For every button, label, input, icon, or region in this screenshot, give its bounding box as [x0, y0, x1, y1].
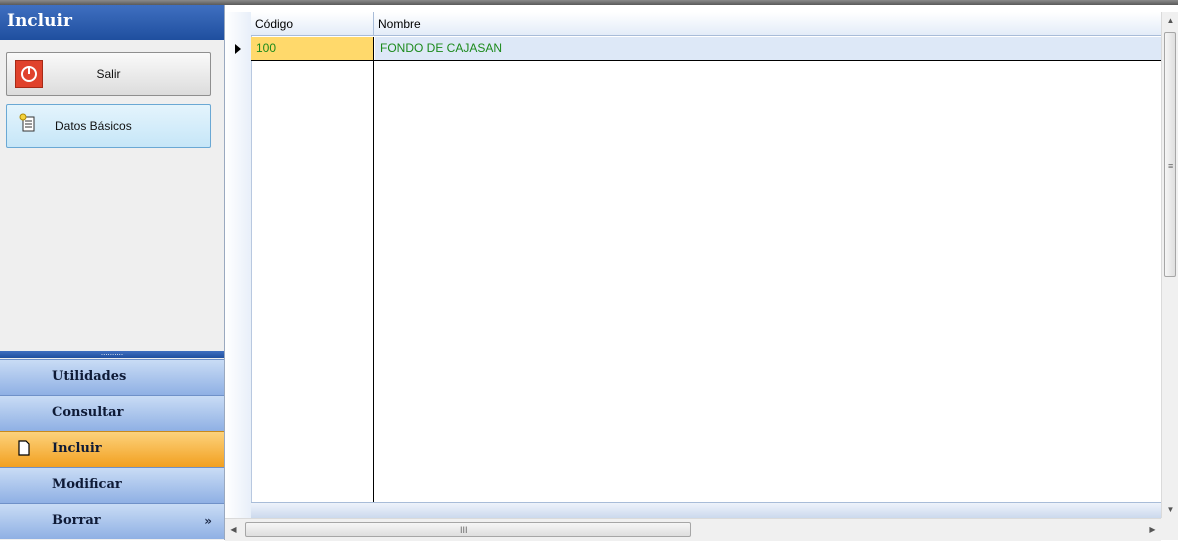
- new-document-icon: [19, 113, 35, 132]
- nav-section-consultar[interactable]: Consultar: [0, 395, 224, 431]
- data-grid: Código Nombre 100 FONDO DE CAJASAN: [225, 12, 1161, 518]
- grid-footer-row: [251, 502, 1161, 518]
- nav-section-modificar[interactable]: Modificar: [0, 467, 224, 503]
- scroll-right-arrow-icon[interactable]: ▶: [1144, 519, 1161, 541]
- navigation-pane: Incluir Salir Datos Básicos .......... U…: [0, 5, 225, 540]
- datos-basicos-button[interactable]: Datos Básicos: [6, 104, 211, 148]
- horizontal-scroll-thumb[interactable]: III: [245, 522, 691, 537]
- horizontal-scrollbar[interactable]: ◀ III ▶: [225, 518, 1161, 541]
- scroll-down-arrow-icon[interactable]: ▼: [1162, 501, 1178, 518]
- current-row-arrow-icon: [235, 44, 241, 54]
- nav-header-title: Incluir: [0, 5, 224, 40]
- datos-basicos-label: Datos Básicos: [55, 119, 132, 133]
- table-row[interactable]: 100 FONDO DE CAJASAN: [251, 37, 1161, 61]
- scroll-left-arrow-icon[interactable]: ◀: [225, 519, 242, 541]
- nav-section-label: Utilidades: [52, 369, 127, 384]
- row-header-gutter: [225, 12, 252, 518]
- chevron-double-down-icon[interactable]: »: [204, 504, 212, 538]
- nav-section-utilidades[interactable]: Utilidades: [0, 359, 224, 395]
- nav-section-label: Incluir: [52, 441, 102, 456]
- column-header-codigo[interactable]: Código: [251, 12, 374, 36]
- salir-button-label: Salir: [96, 67, 121, 81]
- nav-section-label: Borrar: [52, 513, 101, 528]
- nav-section-label: Modificar: [52, 477, 122, 492]
- column-header-nombre[interactable]: Nombre: [374, 12, 1161, 36]
- scroll-grip-icon: III: [460, 525, 468, 535]
- nav-section-incluir[interactable]: Incluir: [0, 431, 224, 467]
- cell-nombre[interactable]: FONDO DE CAJASAN: [375, 37, 1161, 60]
- cell-codigo[interactable]: 100: [251, 37, 374, 60]
- vertical-scroll-thumb[interactable]: ≡: [1164, 32, 1176, 277]
- scrollbar-corner: [1161, 518, 1178, 540]
- nav-splitter-grip[interactable]: ..........: [0, 349, 224, 358]
- column-divider: [373, 37, 374, 518]
- nav-section-label: Consultar: [52, 405, 124, 420]
- vertical-scrollbar[interactable]: ▲ ≡ ▼: [1161, 12, 1178, 518]
- nav-section-borrar[interactable]: Borrar »: [0, 503, 224, 539]
- document-icon: [18, 440, 30, 456]
- scroll-grip-icon: ≡: [1168, 161, 1174, 171]
- salir-button[interactable]: Salir: [6, 52, 211, 96]
- scroll-up-arrow-icon[interactable]: ▲: [1162, 12, 1178, 29]
